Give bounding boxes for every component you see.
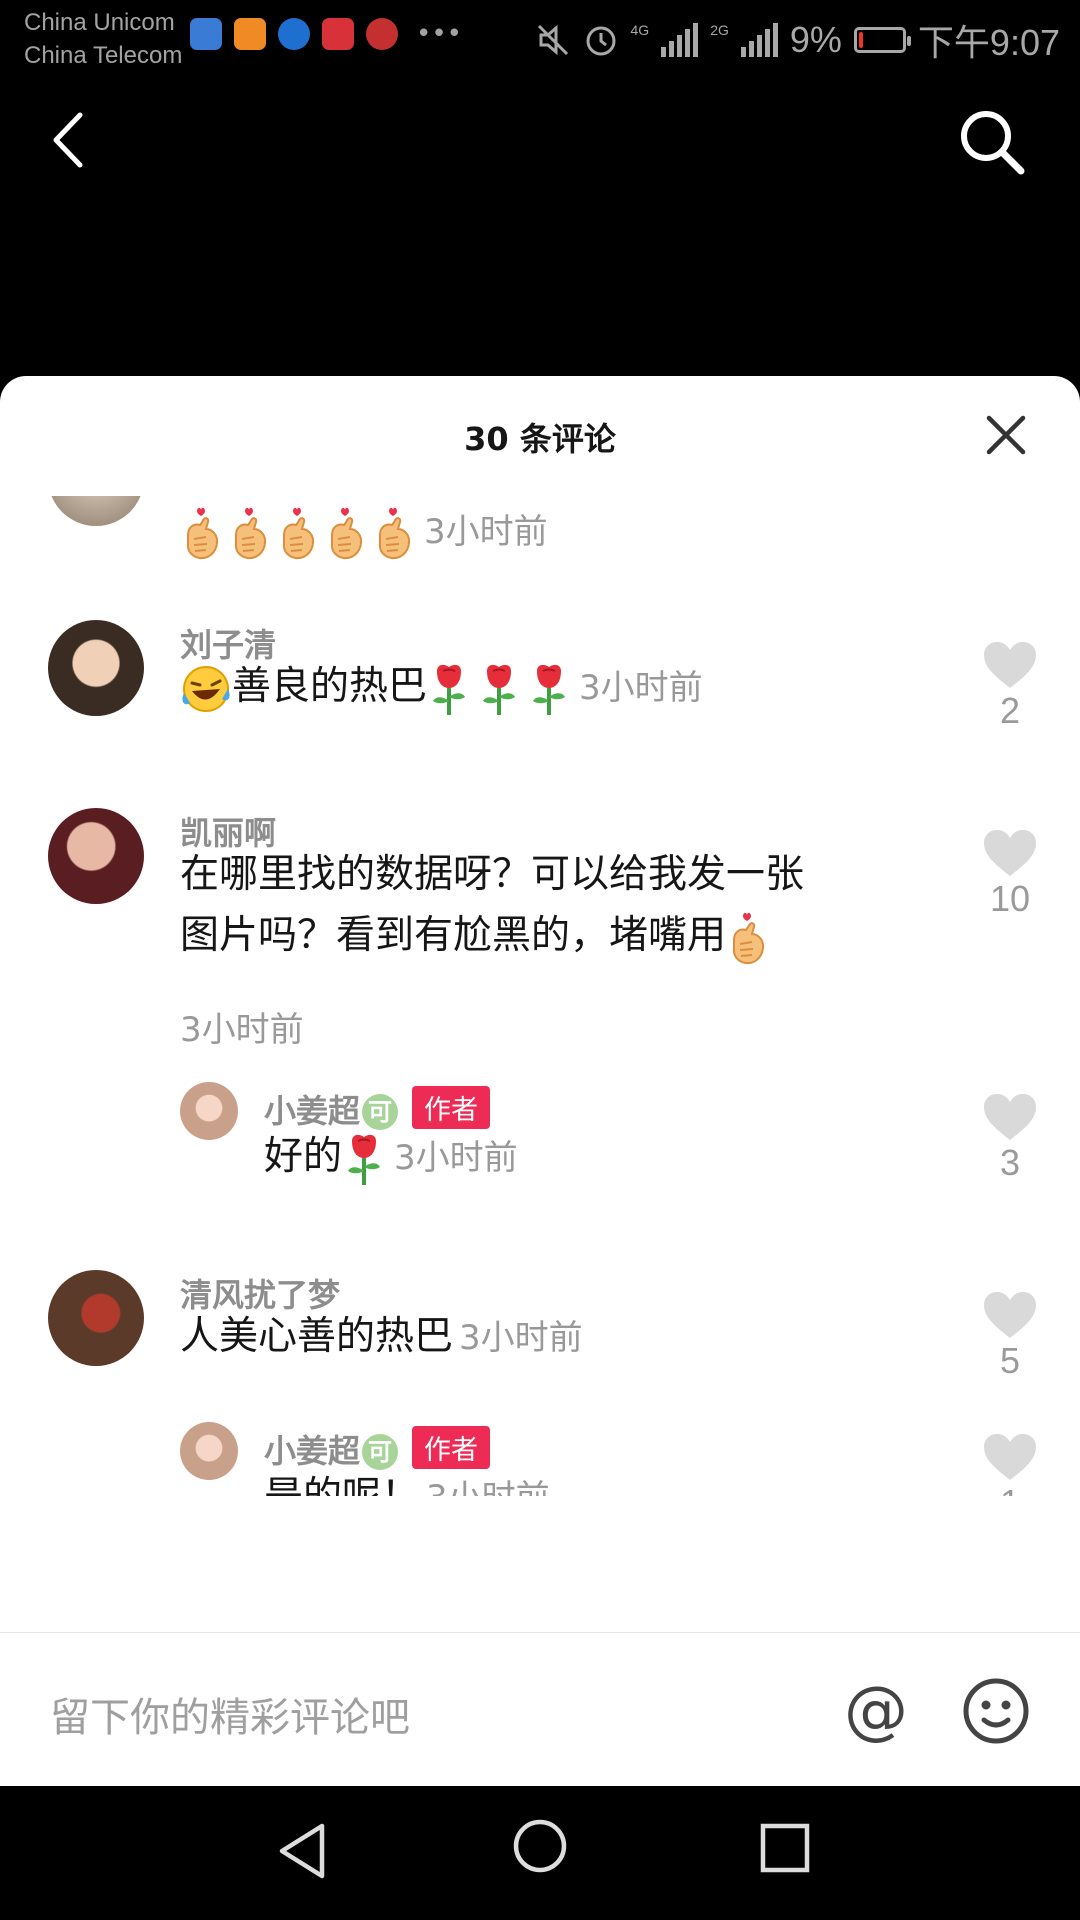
comment-text: 好的 3小时前 bbox=[264, 1126, 518, 1189]
finger-heart-emoji bbox=[330, 507, 363, 559]
author-badge: 作者 bbox=[412, 1086, 491, 1129]
like-count: 2 bbox=[999, 690, 1021, 731]
close-icon[interactable] bbox=[985, 414, 1027, 456]
like-button[interactable]: 10 bbox=[980, 828, 1040, 920]
finger-heart-emoji bbox=[378, 507, 411, 559]
mention-at-icon[interactable]: @ bbox=[840, 1675, 912, 1747]
like-heart-icon[interactable] bbox=[982, 1092, 1038, 1142]
comment-time: 3小时前 bbox=[426, 1478, 550, 1496]
comment-sheet: 30 条评论 3小时前 刘子清 善良的热巴 3小时前 2 凯丽啊 在哪里找的数据… bbox=[0, 376, 1080, 1786]
verified-badge: 可 bbox=[362, 1434, 399, 1470]
nav-back-triangle-icon[interactable] bbox=[270, 1816, 340, 1886]
battery-percent: 9% bbox=[789, 19, 842, 60]
author-name[interactable]: 小姜超 bbox=[264, 1092, 360, 1130]
like-heart-icon[interactable] bbox=[982, 640, 1038, 690]
status-indicators: 4G 2G 9% 下午9:07 bbox=[535, 14, 1060, 66]
like-count: 5 bbox=[999, 1340, 1021, 1381]
like-heart-icon[interactable] bbox=[982, 828, 1038, 878]
finger-heart-emoji bbox=[186, 507, 219, 559]
alarm-icon bbox=[586, 26, 616, 56]
author-name[interactable]: 小姜超 bbox=[264, 1432, 360, 1470]
like-heart-icon[interactable] bbox=[982, 1290, 1038, 1340]
like-button[interactable]: 2 bbox=[980, 640, 1040, 732]
comment-body: 图片吗？看到有尬黑的，堵嘴用 bbox=[180, 913, 727, 958]
signal-icon-2 bbox=[740, 23, 778, 57]
more-notifications-icon: ••• bbox=[416, 19, 463, 49]
comment-body: 是的呢！ bbox=[264, 1474, 420, 1496]
comment-time: 3小时前 bbox=[424, 512, 548, 552]
zhihu-app-icon bbox=[278, 18, 310, 50]
laughing-tears-emoji bbox=[180, 664, 232, 712]
battery-icon bbox=[853, 27, 911, 53]
battery-level bbox=[858, 32, 863, 48]
finger-heart-emoji bbox=[234, 507, 267, 559]
emoji-picker-icon[interactable] bbox=[962, 1677, 1030, 1745]
comment-text: 善良的热巴 3小时前 bbox=[180, 656, 703, 719]
checker-app-icon bbox=[322, 18, 354, 50]
rose-emoji bbox=[342, 1134, 388, 1185]
back-arrow-icon[interactable] bbox=[40, 105, 100, 175]
network-type-1: 4G bbox=[630, 22, 650, 38]
clock: 下午9:07 bbox=[917, 22, 1060, 63]
like-button[interactable]: 1 bbox=[980, 1432, 1040, 1496]
comment-count-title: 30 条评论 bbox=[464, 420, 616, 458]
video-app-icon bbox=[234, 18, 266, 50]
comment-time: 3小时前 bbox=[459, 1318, 583, 1358]
comment-text: 在哪里找的数据呀？可以给我发一张 图片吗？看到有尬黑的，堵嘴用 bbox=[180, 844, 804, 966]
carrier-names: China Unicom China Telecom bbox=[24, 6, 182, 72]
like-button[interactable]: 5 bbox=[980, 1290, 1040, 1382]
avatar[interactable] bbox=[48, 1270, 144, 1366]
carrier-2: China Telecom bbox=[24, 42, 183, 69]
avatar[interactable] bbox=[48, 496, 144, 526]
search-icon[interactable] bbox=[955, 105, 1030, 180]
finger-heart-emoji bbox=[726, 912, 772, 964]
rose-emoji bbox=[483, 664, 516, 715]
nav-home-circle-icon[interactable] bbox=[510, 1816, 570, 1876]
verified-badge: 可 bbox=[362, 1094, 399, 1130]
comment-line: 在哪里找的数据呀？可以给我发一张 bbox=[180, 852, 805, 897]
system-navigation-bar bbox=[0, 1786, 1080, 1920]
mute-icon bbox=[537, 24, 568, 56]
avatar[interactable] bbox=[48, 808, 144, 904]
comment-text: 是的呢！ 3小时前 bbox=[264, 1466, 550, 1496]
avatar[interactable] bbox=[180, 1082, 238, 1140]
comment-time: 3小时前 bbox=[394, 1138, 518, 1178]
comment-time: 3小时前 bbox=[579, 668, 703, 708]
comment-body: 善良的热巴 bbox=[232, 664, 428, 709]
avatar[interactable] bbox=[48, 620, 144, 716]
rose-emoji bbox=[533, 664, 566, 715]
laughing-tears-emoji bbox=[182, 665, 230, 712]
like-heart-icon[interactable] bbox=[980, 496, 1040, 506]
finger-heart-emoji bbox=[732, 912, 765, 964]
notification-icons: ••• bbox=[190, 18, 462, 50]
like-heart-icon[interactable] bbox=[982, 1432, 1038, 1482]
signal-icon-1 bbox=[661, 23, 699, 57]
rose-emoji-row bbox=[427, 664, 573, 715]
author-badge: 作者 bbox=[412, 1426, 491, 1469]
comment-text: 3小时前 bbox=[180, 500, 548, 563]
comment-input[interactable]: 留下你的精彩评论吧 bbox=[50, 1685, 410, 1743]
nav-recents-square-icon[interactable] bbox=[755, 1818, 815, 1878]
like-count: 3 bbox=[999, 1142, 1021, 1183]
shield-app-icon bbox=[190, 18, 222, 50]
rose-emoji bbox=[433, 664, 466, 715]
comment-list[interactable]: 3小时前 刘子清 善良的热巴 3小时前 2 凯丽啊 在哪里找的数据呀？可以给我发一… bbox=[0, 496, 1080, 1496]
avatar[interactable] bbox=[180, 1422, 238, 1480]
comment-body: 人美心善的热巴 bbox=[180, 1314, 454, 1359]
rose-emoji bbox=[348, 1134, 381, 1185]
comment-time: 3小时前 bbox=[180, 1010, 304, 1050]
status-bar: China Unicom China Telecom ••• 4G 2G 9% … bbox=[0, 0, 1080, 80]
like-count: 10 bbox=[989, 878, 1031, 919]
comment-text: 人美心善的热巴 3小时前 bbox=[180, 1306, 583, 1369]
comment-emoji-row bbox=[180, 507, 418, 559]
comment-input-bar: 留下你的精彩评论吧 @ bbox=[0, 1632, 1080, 1786]
finger-heart-emoji bbox=[282, 507, 315, 559]
network-type-2: 2G bbox=[710, 22, 729, 38]
like-button[interactable]: 3 bbox=[980, 1092, 1040, 1184]
news-app-icon bbox=[366, 18, 398, 50]
like-count: 1 bbox=[980, 1482, 1040, 1496]
carrier-1: China Unicom bbox=[24, 9, 175, 36]
comment-body: 好的 bbox=[264, 1134, 343, 1179]
comment-line: 图片吗？看到有尬黑的，堵嘴用 bbox=[180, 905, 804, 966]
